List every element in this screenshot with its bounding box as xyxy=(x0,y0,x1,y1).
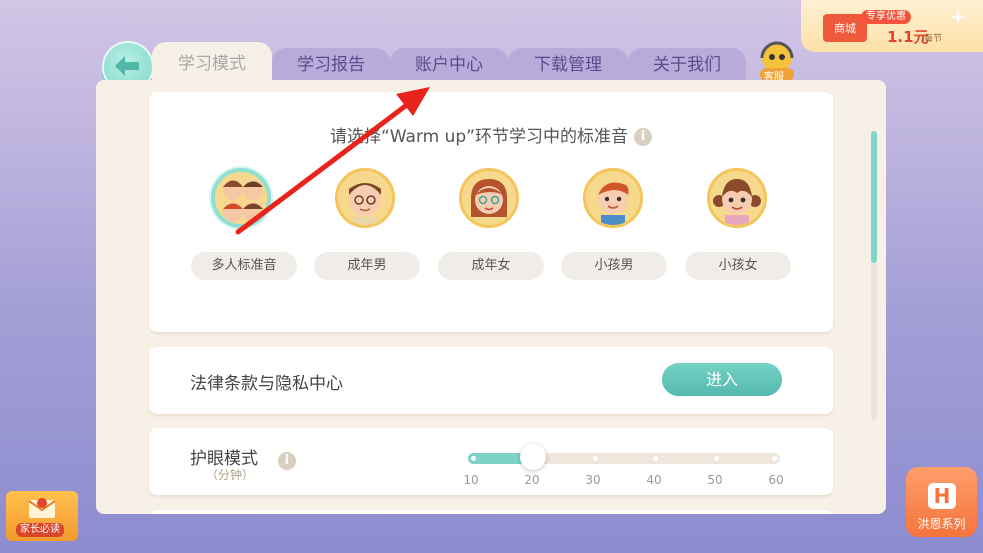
boy-face-icon xyxy=(598,182,629,225)
voice-option-girl[interactable]: 小孩女 xyxy=(685,252,791,280)
envelope-icon xyxy=(28,498,56,518)
voice-option-adult-male[interactable]: 成年男 xyxy=(314,252,420,280)
slider-stop xyxy=(471,456,476,461)
avatar-girl[interactable] xyxy=(707,168,767,228)
slider-stop xyxy=(593,456,598,461)
legal-card: 法律条款与隐私中心 进入 xyxy=(149,347,833,414)
settings-panel: 请选择“Warm up”环节学习中的标准音 i 多人标准音 成年男 成年女 小孩… xyxy=(96,80,886,514)
tab-about[interactable]: 关于我们 xyxy=(628,48,746,82)
next-card-partial xyxy=(149,510,833,514)
shop-promo[interactable]: 商城 专享优惠 1.1元 /每节 xyxy=(801,0,983,52)
slider-stop xyxy=(772,456,777,461)
hongen-series-button[interactable]: H 洪恩系列 xyxy=(906,467,977,537)
voice-option-multi[interactable]: 多人标准音 xyxy=(191,252,297,280)
scrollbar-thumb[interactable] xyxy=(871,131,877,263)
slider-knob[interactable] xyxy=(520,444,547,470)
info-icon[interactable]: i xyxy=(278,452,296,470)
info-icon[interactable]: i xyxy=(633,128,652,146)
slider-tick-label: 20 xyxy=(524,473,540,487)
slider-stop xyxy=(714,456,719,461)
enter-button[interactable]: 进入 xyxy=(662,363,782,396)
parents-guide-button[interactable]: 家长必读 xyxy=(6,491,78,541)
annotation-arrow-icon xyxy=(235,87,430,235)
slider-stop xyxy=(653,456,658,461)
avatar-adult-female[interactable] xyxy=(459,168,519,228)
girl-face-icon xyxy=(713,179,761,225)
slider-tick-label: 40 xyxy=(646,473,662,487)
tab-learning-mode[interactable]: 学习模式 xyxy=(152,42,272,84)
eye-care-unit: （分钟） xyxy=(206,468,255,482)
legal-label: 法律条款与隐私中心 xyxy=(190,374,343,394)
tab-account[interactable]: 账户中心 xyxy=(390,48,508,82)
shop-label: 商城 xyxy=(834,22,856,35)
sparkle-icon xyxy=(951,10,965,24)
promo-per-unit: /每节 xyxy=(921,34,943,44)
parents-guide-label: 家长必读 xyxy=(16,523,64,537)
customer-service-button[interactable]: 客服 xyxy=(754,38,800,83)
slider-tick-label: 10 xyxy=(463,473,479,487)
adult-female-face-icon xyxy=(470,179,508,217)
voice-option-adult-female[interactable]: 成年女 xyxy=(438,252,544,280)
arrow-left-icon xyxy=(115,56,139,76)
slider-tick-label: 30 xyxy=(585,473,601,487)
slider-tick-label: 60 xyxy=(768,473,784,487)
promo-badge: 专享优惠 xyxy=(861,10,911,24)
hongen-label: 洪恩系列 xyxy=(917,517,966,531)
eye-care-slider[interactable] xyxy=(468,453,780,464)
slider-tick-label: 50 xyxy=(707,473,723,487)
tab-download[interactable]: 下载管理 xyxy=(508,48,628,82)
tab-report[interactable]: 学习报告 xyxy=(272,48,390,82)
voice-option-boy[interactable]: 小孩男 xyxy=(561,252,667,280)
eye-care-card: 护眼模式 （分钟） i 10 20 30 40 50 60 xyxy=(149,428,833,495)
avatar-boy[interactable] xyxy=(583,168,643,228)
hongen-logo-icon: H xyxy=(928,483,956,509)
